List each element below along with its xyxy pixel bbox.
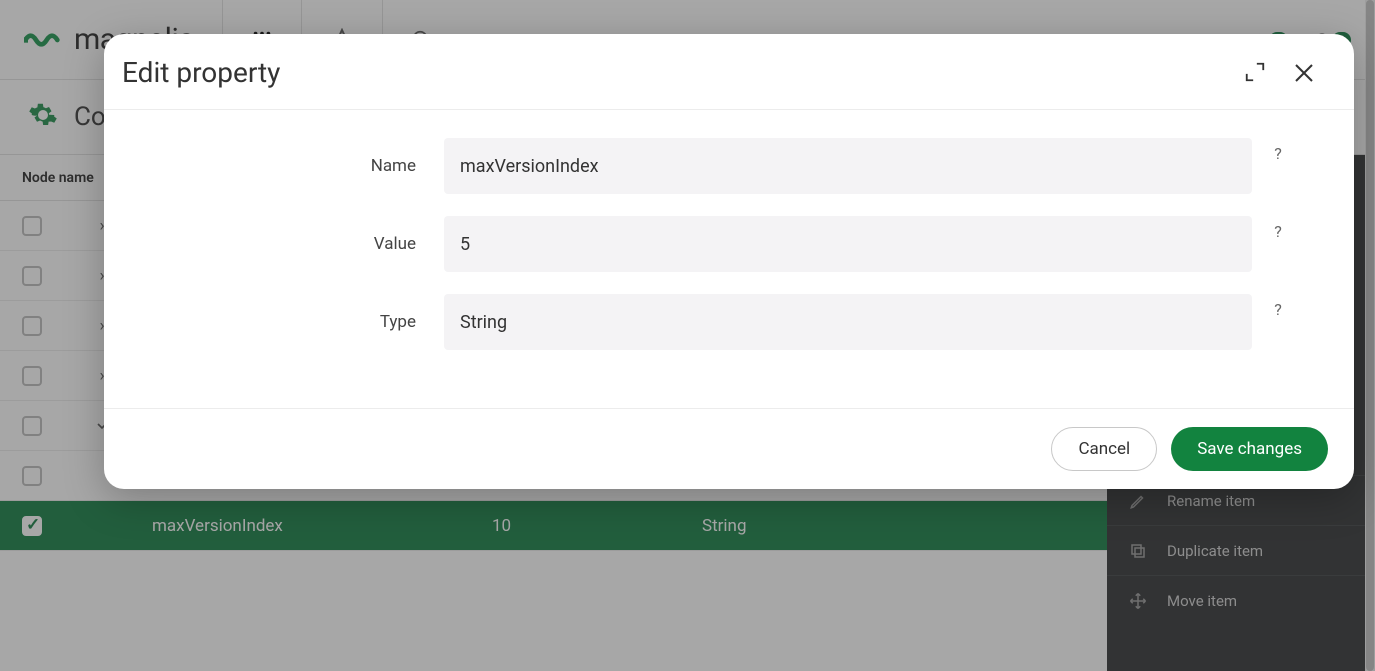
close-dialog-button[interactable]: [1288, 57, 1320, 89]
expand-dialog-button[interactable]: [1240, 57, 1270, 89]
help-icon[interactable]: ?: [1252, 294, 1304, 319]
type-label: Type: [154, 312, 444, 332]
dialog-footer: Cancel Save changes: [104, 408, 1354, 489]
value-input[interactable]: [444, 216, 1252, 272]
cancel-button[interactable]: Cancel: [1051, 427, 1157, 471]
dialog-body: Name ? Value ? Type ?: [104, 110, 1354, 408]
field-row-type: Type ?: [154, 294, 1304, 350]
help-icon[interactable]: ?: [1252, 138, 1304, 163]
dialog-header: Edit property: [104, 34, 1354, 110]
save-changes-button[interactable]: Save changes: [1171, 427, 1328, 471]
name-label: Name: [154, 156, 444, 176]
dialog-title: Edit property: [122, 56, 280, 89]
value-label: Value: [154, 234, 444, 254]
help-icon[interactable]: ?: [1252, 216, 1304, 241]
field-row-name: Name ?: [154, 138, 1304, 194]
close-icon: [1292, 61, 1316, 85]
field-row-value: Value ?: [154, 216, 1304, 272]
expand-icon: [1244, 61, 1266, 83]
edit-property-dialog: Edit property Name ? Value ? Type ? Can: [104, 34, 1354, 489]
name-input[interactable]: [444, 138, 1252, 194]
type-input[interactable]: [444, 294, 1252, 350]
